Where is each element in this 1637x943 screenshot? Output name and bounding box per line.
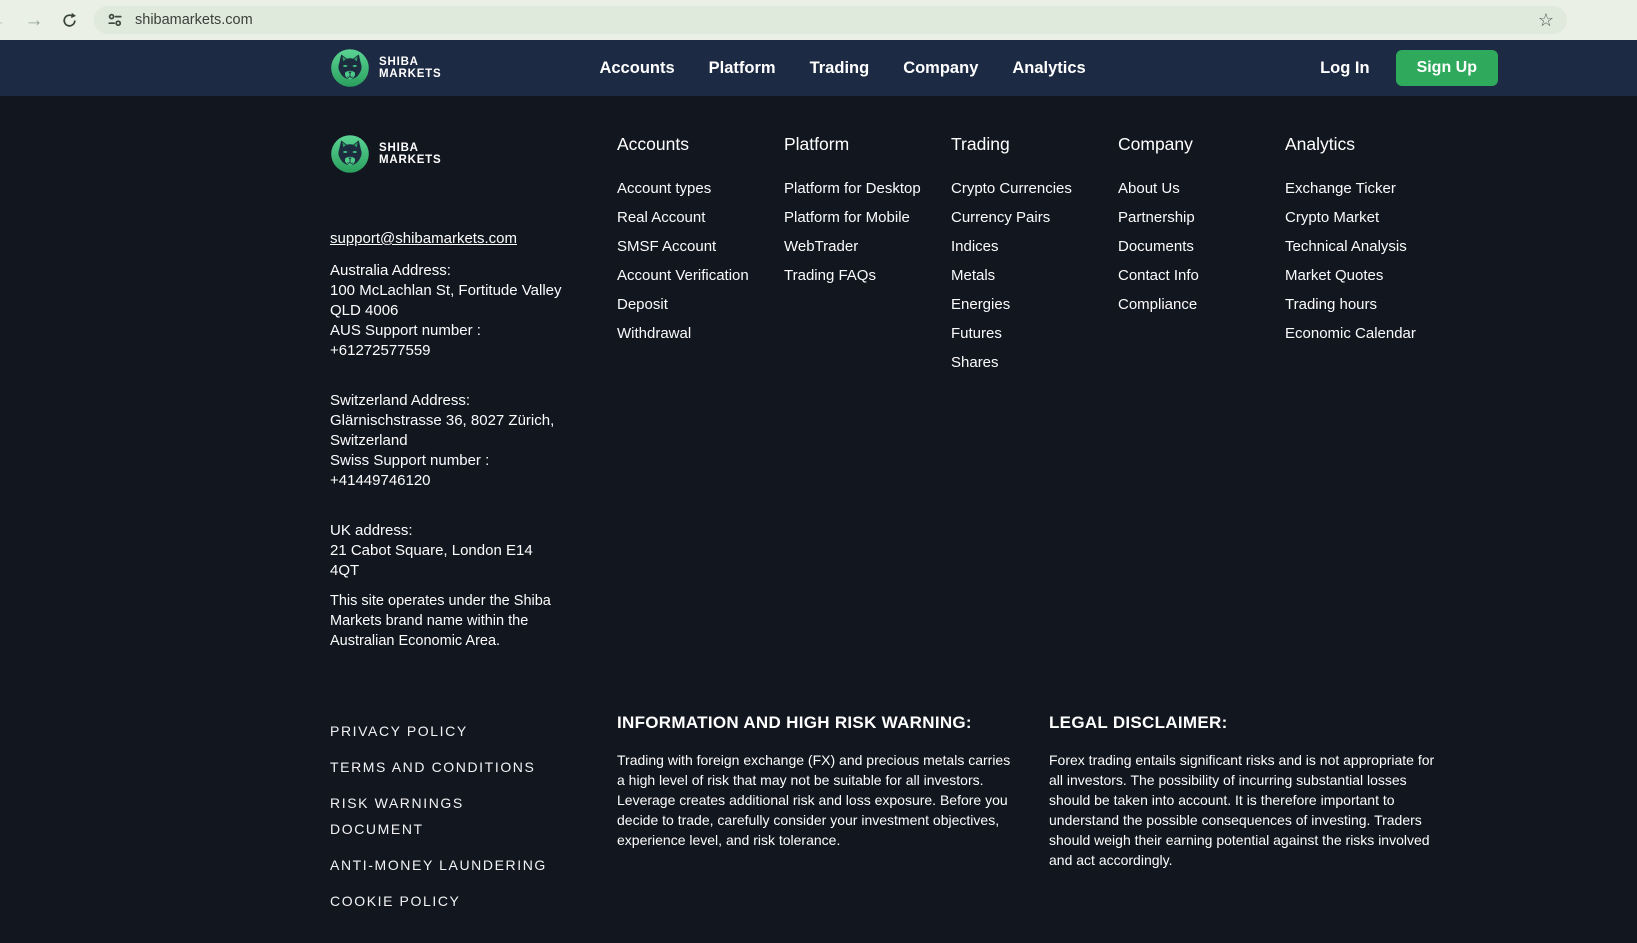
nav-item-platform[interactable]: Platform <box>709 59 776 78</box>
footer-link[interactable]: Account Verification <box>617 266 784 286</box>
brand-name: SHIBA MARKETS <box>379 56 441 80</box>
column-title: Company <box>1118 134 1285 155</box>
footer-link[interactable]: Documents <box>1118 237 1285 257</box>
footer-link[interactable]: Platform for Mobile <box>784 208 951 228</box>
footer-link[interactable]: Contact Info <box>1118 266 1285 286</box>
browser-chrome: ← → shibamarkets.com ☆ <box>0 0 1637 40</box>
shiba-logo-icon <box>330 134 370 174</box>
footer-link[interactable]: Compliance <box>1118 295 1285 315</box>
footer-link[interactable]: Crypto Market <box>1285 208 1457 228</box>
operates-note: This site operates under the Shiba Marke… <box>330 591 562 651</box>
policy-link-terms[interactable]: TERMS AND CONDITIONS <box>330 754 565 780</box>
footer-link[interactable]: Shares <box>951 353 1118 373</box>
url-text[interactable]: shibamarkets.com <box>135 12 1538 28</box>
footer-link[interactable]: Futures <box>951 324 1118 344</box>
footer-link[interactable]: Deposit <box>617 295 784 315</box>
footer-link[interactable]: Indices <box>951 237 1118 257</box>
footer-link[interactable]: Crypto Currencies <box>951 179 1118 199</box>
risk-warning-body: Trading with foreign exchange (FX) and p… <box>617 750 1017 850</box>
legal-disclaimer-body: Forex trading entails significant risks … <box>1049 750 1449 870</box>
footer-link[interactable]: Energies <box>951 295 1118 315</box>
footer-link[interactable]: Account types <box>617 179 784 199</box>
footer-link[interactable]: Exchange Ticker <box>1285 179 1457 199</box>
footer-link[interactable]: Economic Calendar <box>1285 324 1457 344</box>
footer-column-analytics: Analytics Exchange Ticker Crypto Market … <box>1285 134 1457 353</box>
footer-link[interactable]: Market Quotes <box>1285 266 1457 286</box>
footer-link[interactable]: Technical Analysis <box>1285 237 1457 257</box>
column-title: Trading <box>951 134 1118 155</box>
url-bar[interactable]: shibamarkets.com ☆ <box>94 6 1567 34</box>
back-icon[interactable]: ← <box>0 11 9 30</box>
header-brand-logo[interactable]: SHIBA MARKETS <box>330 48 441 88</box>
address-uk: UK address: 21 Cabot Square, London E14 … <box>330 521 562 581</box>
shiba-logo-icon <box>330 48 370 88</box>
column-title: Platform <box>784 134 951 155</box>
site-header: SHIBA MARKETS Accounts Platform Trading … <box>0 40 1637 96</box>
footer-column-trading: Trading Crypto Currencies Currency Pairs… <box>951 134 1118 382</box>
address-switzerland: Switzerland Address: Glärnischstrasse 36… <box>330 391 562 491</box>
risk-warning-title: INFORMATION AND HIGH RISK WARNING: <box>617 713 1049 733</box>
brand-name: SHIBA MARKETS <box>379 142 441 166</box>
footer-link[interactable]: About Us <box>1118 179 1285 199</box>
footer-link[interactable]: Trading FAQs <box>784 266 951 286</box>
address-australia: Australia Address: 100 McLachlan St, For… <box>330 261 562 361</box>
bookmark-star-icon[interactable]: ☆ <box>1538 10 1554 31</box>
footer-link[interactable]: Withdrawal <box>617 324 784 344</box>
footer-link[interactable]: Partnership <box>1118 208 1285 228</box>
policy-link-privacy[interactable]: PRIVACY POLICY <box>330 718 565 744</box>
footer-link[interactable]: Metals <box>951 266 1118 286</box>
footer: SHIBA MARKETS support@shibamarkets.com A… <box>0 96 1637 943</box>
footer-link[interactable]: SMSF Account <box>617 237 784 257</box>
column-title: Accounts <box>617 134 784 155</box>
legal-disclaimer-section: LEGAL DISCLAIMER: Forex trading entails … <box>1049 713 1449 924</box>
nav-item-accounts[interactable]: Accounts <box>599 59 674 78</box>
site-info-icon[interactable] <box>107 12 123 28</box>
policy-link-risk-warnings[interactable]: RISK WARNINGS DOCUMENT <box>330 790 530 842</box>
footer-link[interactable]: Trading hours <box>1285 295 1457 315</box>
footer-contact-column: SHIBA MARKETS support@shibamarkets.com A… <box>330 134 562 651</box>
nav-item-analytics[interactable]: Analytics <box>1012 59 1085 78</box>
column-title: Analytics <box>1285 134 1457 155</box>
signup-button[interactable]: Sign Up <box>1396 50 1498 86</box>
forward-icon[interactable]: → <box>23 11 45 30</box>
main-nav: Accounts Platform Trading Company Analyt… <box>599 59 1085 78</box>
footer-link[interactable]: Platform for Desktop <box>784 179 951 199</box>
footer-link[interactable]: WebTrader <box>784 237 951 257</box>
footer-column-company: Company About Us Partnership Documents C… <box>1118 134 1285 324</box>
login-button[interactable]: Log In <box>1320 59 1369 78</box>
footer-column-accounts: Accounts Account types Real Account SMSF… <box>617 134 784 353</box>
reload-icon[interactable] <box>61 12 78 29</box>
footer-brand-logo: SHIBA MARKETS <box>330 134 562 174</box>
policy-links: PRIVACY POLICY TERMS AND CONDITIONS RISK… <box>330 713 617 924</box>
nav-item-trading[interactable]: Trading <box>810 59 870 78</box>
risk-warning-section: INFORMATION AND HIGH RISK WARNING: Tradi… <box>617 713 1049 924</box>
auth-area: Log In Sign Up <box>1320 50 1498 86</box>
footer-link[interactable]: Currency Pairs <box>951 208 1118 228</box>
policy-link-cookie[interactable]: COOKIE POLICY <box>330 888 565 914</box>
policy-link-aml[interactable]: ANTI-MONEY LAUNDERING <box>330 852 565 878</box>
legal-disclaimer-title: LEGAL DISCLAIMER: <box>1049 713 1449 733</box>
footer-link[interactable]: Real Account <box>617 208 784 228</box>
nav-item-company[interactable]: Company <box>903 59 978 78</box>
footer-column-platform: Platform Platform for Desktop Platform f… <box>784 134 951 295</box>
support-email-link[interactable]: support@shibamarkets.com <box>330 230 517 247</box>
